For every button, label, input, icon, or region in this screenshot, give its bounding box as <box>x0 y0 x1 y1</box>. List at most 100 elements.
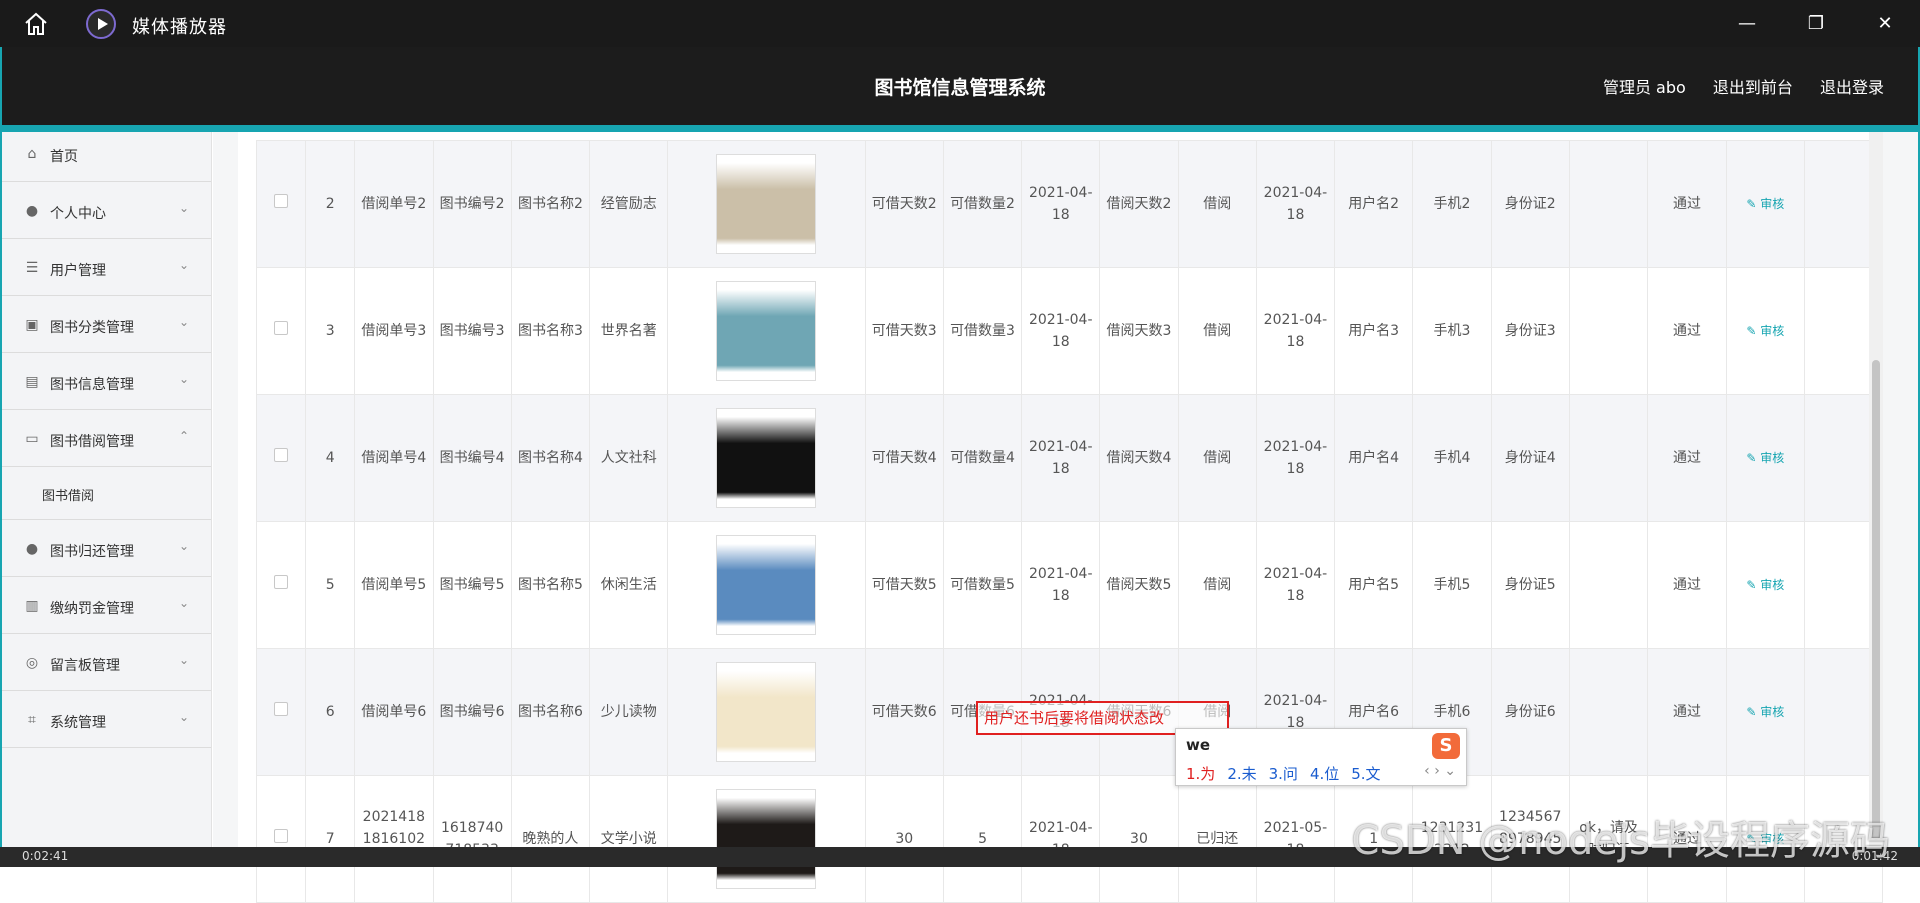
main-content: 2 借阅单号2 图书编号2 图书名称2 经管励志 可借天数2 可借数量2 2021-04-18… <box>213 132 1918 903</box>
cell-no: 7 <box>305 775 356 903</box>
cell-no: 6 <box>305 648 356 776</box>
ime-candidate[interactable]: 4.位 <box>1310 765 1339 783</box>
sidebar: ⌂ 首页 ● 个人中心 ⌄ ☰ 用户管理 ⌄ ▣ 图书分类管理 ⌄ ▤ 图书信息管理 ⌄ ▭ 图书借阅管理 ⌃ 图… <box>2 132 212 867</box>
app-frame: 图书馆信息管理系统 管理员 abo 退出到前台 退出登录 ⌂ 首页 ● 个人中心 ⌄ ☰ 用… <box>0 47 1920 903</box>
cell-bdays: 30 <box>1099 775 1179 903</box>
chevron-icon: ⌄ <box>178 653 189 667</box>
cell-days: 可借天数3 <box>864 267 944 395</box>
minimize-button[interactable]: — <box>1717 0 1777 47</box>
audit-button[interactable]: ✎ 审核 <box>1746 578 1784 592</box>
cell-book_name: 图书名称4 <box>510 394 591 522</box>
return-icon: ● <box>25 541 39 557</box>
row-checkbox[interactable] <box>274 194 289 208</box>
sidebar-item[interactable]: ▣ 图书分类管理 ⌄ <box>2 296 211 353</box>
cell-category: 少儿读物 <box>589 648 669 776</box>
cell-book_no: 图书编号5 <box>432 521 512 649</box>
checkbox-cell <box>255 267 307 395</box>
audit-button[interactable]: ✎ 审核 <box>1746 451 1784 465</box>
sidebar-item[interactable]: ⌂ 首页 <box>2 132 211 182</box>
cell-bdays: 借阅天数3 <box>1099 267 1179 395</box>
scrollbar[interactable] <box>1869 132 1883 867</box>
row-checkbox[interactable] <box>274 702 289 716</box>
cell-bdays: 借阅天数4 <box>1099 394 1179 522</box>
cell-book_name: 图书名称3 <box>510 267 591 395</box>
audit-button[interactable]: ✎ 审核 <box>1746 324 1784 338</box>
cell-qty: 可借数量4 <box>942 394 1023 522</box>
maximize-button[interactable]: ❐ <box>1786 0 1846 47</box>
audit-button[interactable]: ✎ 审核 <box>1746 705 1784 719</box>
table-row: 2 借阅单号2 图书编号2 图书名称2 经管励志 可借天数2 可借数量2 2021-04-18… <box>255 140 1884 268</box>
ime-pager[interactable]: ‹ › ⌄ <box>1424 763 1456 779</box>
cell-idcard: 身份证4 <box>1490 394 1570 522</box>
cell-rdate: 2021-04-18 <box>1255 521 1336 649</box>
header-links: 管理员 abo 退出到前台 退出登录 <box>1581 74 1884 98</box>
sidebar-item-label: 图书借阅管理 <box>50 434 134 450</box>
cell-days: 可借天数2 <box>864 140 944 268</box>
cell-bdays: 借阅天数2 <box>1099 140 1179 268</box>
cover-cell <box>667 648 866 776</box>
audit-button[interactable]: ✎ 审核 <box>1746 197 1784 211</box>
cell-remark <box>1568 394 1649 522</box>
cell-idcard: 身份证5 <box>1490 521 1570 649</box>
sidebar-item[interactable]: ▭ 图书借阅管理 ⌃ <box>2 410 211 467</box>
admin-label[interactable]: 管理员 abo <box>1603 78 1686 97</box>
cell-review: 通过 <box>1647 394 1727 522</box>
close-button[interactable]: ✕ <box>1855 0 1915 47</box>
book-cover-image <box>716 662 817 762</box>
sidebar-item[interactable]: ⌗ 系统管理 ⌄ <box>2 691 211 748</box>
cell-qty: 可借数量3 <box>942 267 1023 395</box>
checkbox-cell <box>255 394 307 522</box>
table-panel: 2 借阅单号2 图书编号2 图书名称2 经管励志 可借天数2 可借数量2 2021-04-18… <box>238 132 1884 903</box>
exit-to-front-link[interactable]: 退出到前台 <box>1713 78 1793 97</box>
cell-rdate: 2021-04-18 <box>1255 140 1336 268</box>
cell-remark <box>1568 140 1649 268</box>
home-icon: ⌂ <box>27 146 37 162</box>
row-checkbox[interactable] <box>274 575 289 589</box>
chevron-icon: ⌃ <box>178 429 189 443</box>
cell-phone: 手机2 <box>1412 140 1492 268</box>
sidebar-item-label: 缴纳罚金管理 <box>50 601 134 617</box>
cell-review: 通过 <box>1647 648 1727 776</box>
cell-book_no: 图书编号2 <box>432 140 512 268</box>
book-cover-image <box>716 154 817 254</box>
scrollbar-thumb[interactable] <box>1872 360 1880 840</box>
ime-candidate[interactable]: 2.未 <box>1227 765 1256 783</box>
sidebar-item[interactable]: ● 图书归还管理 ⌄ <box>2 520 211 577</box>
logout-link[interactable]: 退出登录 <box>1820 78 1884 97</box>
sogou-icon: S <box>1432 733 1460 759</box>
table-row: 4 借阅单号4 图书编号4 图书名称4 人文社科 可借天数4 可借数量4 2021-04-18… <box>255 394 1884 522</box>
cell-phone: 手机5 <box>1412 521 1492 649</box>
action-cell: ✎ 审核 <box>1725 521 1805 649</box>
ime-candidate[interactable]: 3.问 <box>1269 765 1298 783</box>
audit-label: 审核 <box>1760 324 1785 338</box>
sidebar-item[interactable]: ☰ 用户管理 ⌄ <box>2 239 211 296</box>
action-cell: ✎ 审核 <box>1725 267 1805 395</box>
ime-candidate-window: we S 1.为 2.未 3.问 4.位 5.文 ‹ › ⌄ <box>1175 728 1467 786</box>
sidebar-item[interactable]: 图书借阅 <box>2 467 211 520</box>
sidebar-item[interactable]: ● 个人中心 ⌄ <box>2 182 211 239</box>
edit-icon: ✎ <box>1746 324 1761 338</box>
ime-candidates: 1.为 2.未 3.问 4.位 5.文 <box>1186 763 1393 784</box>
sidebar-item[interactable]: ▤ 图书信息管理 ⌄ <box>2 353 211 410</box>
cell-no: 3 <box>305 267 356 395</box>
checkbox-cell <box>255 648 307 776</box>
row-checkbox[interactable] <box>274 321 289 335</box>
chevron-icon: ⌄ <box>178 258 189 272</box>
ime-candidate[interactable]: 1.为 <box>1186 765 1215 783</box>
checkbox-cell <box>255 521 307 649</box>
cell-book_no: 图书编号6 <box>432 648 512 776</box>
app-header: 图书馆信息管理系统 管理员 abo 退出到前台 退出登录 <box>2 47 1918 125</box>
row-checkbox[interactable] <box>274 829 289 843</box>
sidebar-item[interactable]: ▥ 缴纳罚金管理 ⌄ <box>2 577 211 634</box>
row-checkbox[interactable] <box>274 448 289 462</box>
cell-category: 世界名著 <box>589 267 669 395</box>
ime-candidate[interactable]: 5.文 <box>1351 765 1380 783</box>
cell-status: 借阅 <box>1177 521 1257 649</box>
sidebar-item[interactable]: ◎ 留言板管理 ⌄ <box>2 634 211 691</box>
cell-borrow_no: 202141818161024659472 <box>354 775 434 903</box>
sidebar-item-label: 图书归还管理 <box>50 544 134 560</box>
checkbox-cell <box>255 140 307 268</box>
cell-book_name: 图书名称5 <box>510 521 591 649</box>
home-icon[interactable] <box>22 10 50 38</box>
cell-bdays: 借阅天数5 <box>1099 521 1179 649</box>
